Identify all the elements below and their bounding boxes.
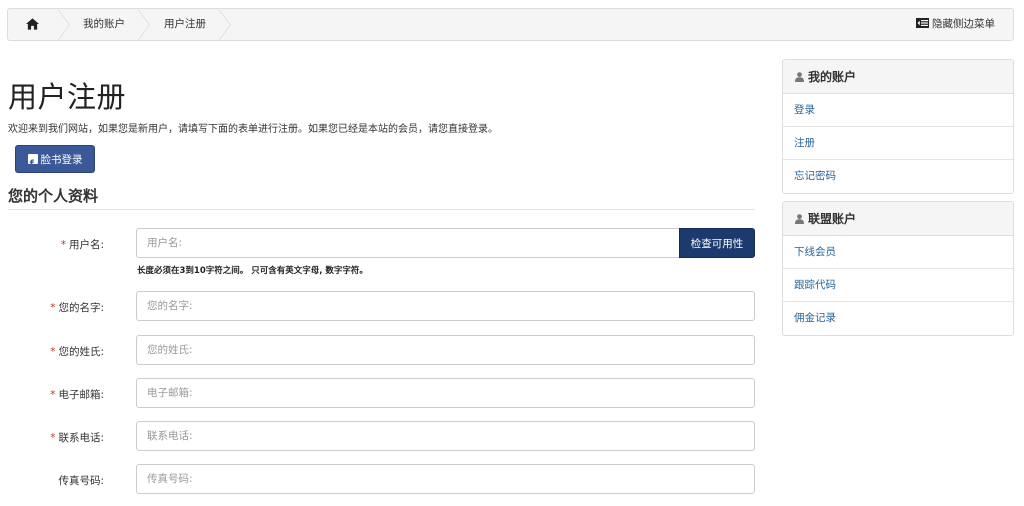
username-help-text: 长度必须在3到10字符之间。 只可含有英文字母, 数字字符。 <box>137 266 368 276</box>
email-label: * 电子邮箱: <box>50 387 104 402</box>
sidebar-item-register[interactable]: 注册 <box>783 127 1013 160</box>
panel-title: 我的账户 <box>808 70 857 84</box>
sidebar-item-login[interactable]: 登录 <box>783 94 1013 127</box>
username-label-text: 用户名: <box>68 239 104 251</box>
facebook-icon <box>27 151 38 179</box>
sidebar-item-downline-members[interactable]: 下线会员 <box>783 236 1013 269</box>
panel-header: 我的账户 <box>783 60 1013 94</box>
breadcrumb-item-my-account[interactable]: 我的账户 <box>83 9 125 40</box>
required-mark: * <box>50 389 56 401</box>
breadcrumb: 我的账户 用户注册 隐藏侧边菜单 <box>7 8 1014 41</box>
breadcrumb-item-register[interactable]: 用户注册 <box>164 9 206 40</box>
username-input[interactable] <box>136 228 681 258</box>
page-title: 用户注册 <box>8 80 127 114</box>
fax-label-text: 传真号码: <box>58 475 104 487</box>
section-title-personal-info: 您的个人资料 <box>8 187 99 205</box>
first-name-input[interactable] <box>136 291 755 321</box>
fax-label: 传真号码: <box>58 473 104 488</box>
phone-label: * 联系电话: <box>50 430 104 445</box>
panel-my-account: 我的账户 登录 注册 忘记密码 <box>782 59 1014 194</box>
email-input[interactable] <box>136 378 755 408</box>
phone-input[interactable] <box>136 421 755 451</box>
sidebar-toggle-icon <box>916 18 929 28</box>
phone-label-text: 联系电话: <box>58 432 104 444</box>
sidebar-item-commission-records[interactable]: 佣金记录 <box>783 302 1013 335</box>
facebook-login-label: 脸书登录 <box>40 154 83 166</box>
required-mark: * <box>50 302 56 314</box>
required-mark: * <box>60 239 66 251</box>
sidebar-item-tracking-code[interactable]: 跟踪代码 <box>783 269 1013 302</box>
home-icon[interactable] <box>26 18 39 30</box>
first-name-label: * 您的名字: <box>50 300 104 315</box>
intro-text: 欢迎来到我们网站，如果您是新用户，请填写下面的表单进行注册。如果您已经是本站的会… <box>8 124 498 135</box>
last-name-label-text: 您的姓氏: <box>58 346 104 358</box>
panel-title: 联盟账户 <box>808 212 857 226</box>
first-name-label-text: 您的名字: <box>58 302 104 314</box>
panel-header: 联盟账户 <box>783 202 1013 236</box>
username-label: * 用户名: <box>61 237 104 252</box>
hide-sidebar-button[interactable]: 隐藏侧边菜单 <box>916 9 995 40</box>
facebook-login-button[interactable]: 脸书登录 <box>15 145 95 179</box>
check-availability-button[interactable]: 检查可用性 <box>679 228 755 258</box>
required-mark: * <box>50 432 56 444</box>
email-label-text: 电子邮箱: <box>58 389 104 401</box>
panel-affiliate-account: 联盟账户 下线会员 跟踪代码 佣金记录 <box>782 201 1014 336</box>
breadcrumb-separator <box>57 9 70 40</box>
breadcrumb-separator <box>137 9 150 40</box>
breadcrumb-separator <box>218 9 231 40</box>
section-divider <box>8 209 755 210</box>
hide-sidebar-label: 隐藏侧边菜单 <box>932 18 995 30</box>
fax-input[interactable] <box>136 464 755 494</box>
user-icon <box>795 214 804 224</box>
required-mark: * <box>50 346 56 358</box>
sidebar-item-forgot-password[interactable]: 忘记密码 <box>783 160 1013 193</box>
user-icon <box>795 72 804 82</box>
last-name-label: * 您的姓氏: <box>50 344 104 359</box>
last-name-input[interactable] <box>136 335 755 365</box>
